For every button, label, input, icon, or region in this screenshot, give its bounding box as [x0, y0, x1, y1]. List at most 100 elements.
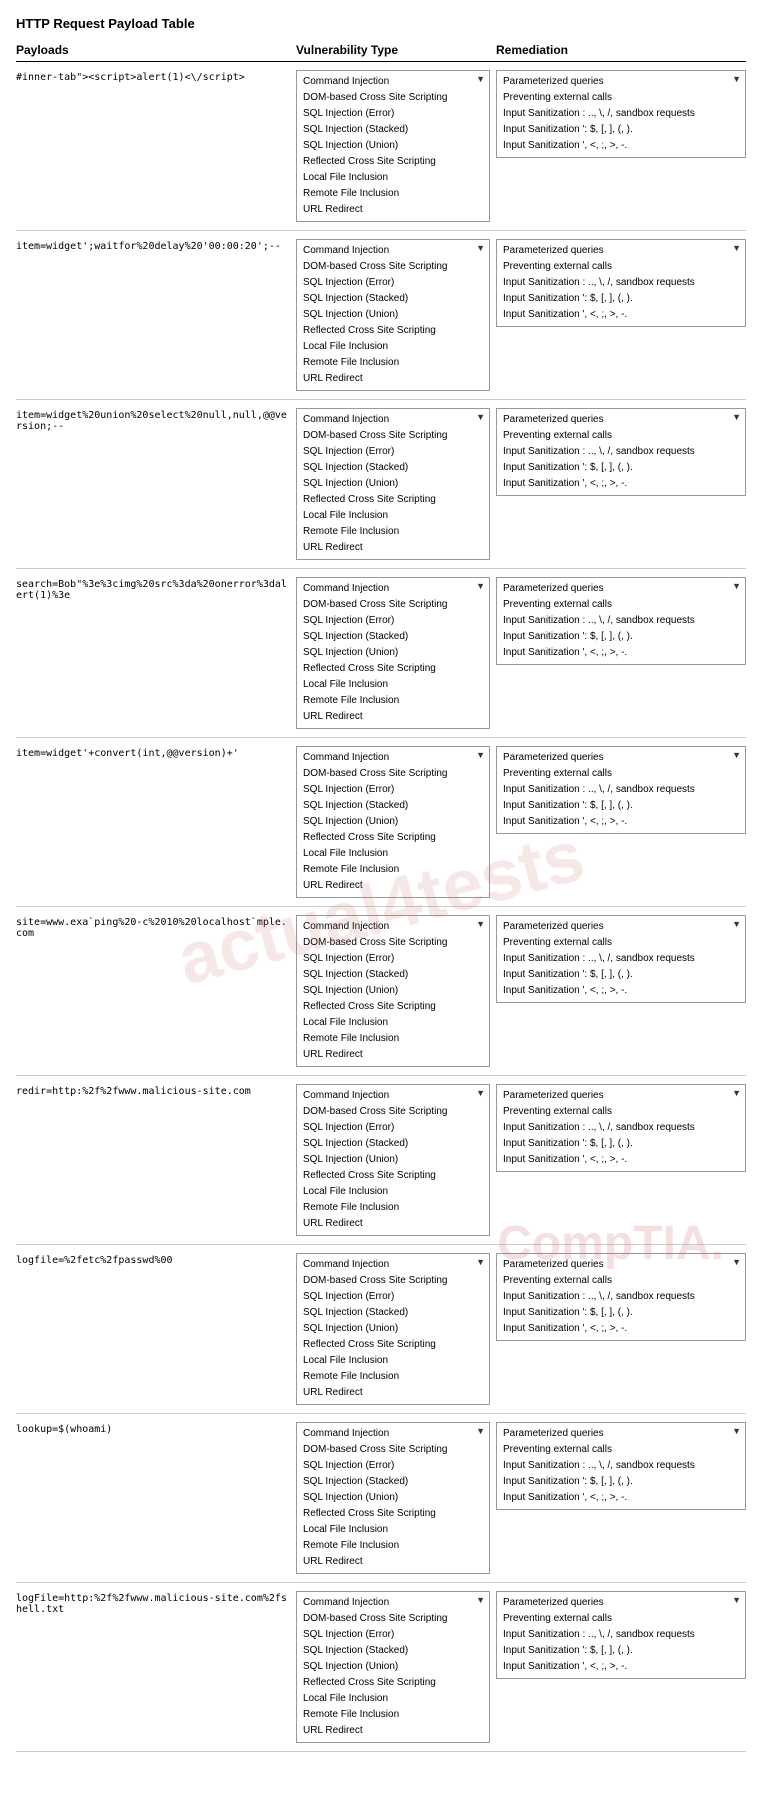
vuln-type-item: Local File Inclusion	[303, 1353, 483, 1369]
vuln-type-item: Local File Inclusion	[303, 170, 483, 186]
vuln-type-item: DOM-based Cross Site Scripting	[303, 766, 483, 782]
vuln-type-cell[interactable]: Command InjectionDOM-based Cross Site Sc…	[296, 1422, 490, 1574]
vuln-type-item: SQL Injection (Union)	[303, 307, 483, 323]
vuln-type-item: DOM-based Cross Site Scripting	[303, 1611, 483, 1627]
vuln-type-item: Command Injection	[303, 412, 483, 428]
remediation-item: Parameterized queries	[503, 74, 739, 90]
page-title: HTTP Request Payload Table	[16, 16, 746, 31]
remediation-item: Preventing external calls	[503, 1611, 739, 1627]
remediation-cell[interactable]: Parameterized queriesPreventing external…	[496, 408, 746, 496]
vuln-type-cell[interactable]: Command InjectionDOM-based Cross Site Sc…	[296, 408, 490, 560]
remediation-item: Input Sanitization ', <, ;, >, -.	[503, 983, 739, 999]
vuln-type-item: Reflected Cross Site Scripting	[303, 1675, 483, 1691]
vuln-type-cell[interactable]: Command InjectionDOM-based Cross Site Sc…	[296, 1084, 490, 1236]
vuln-type-item: SQL Injection (Union)	[303, 1321, 483, 1337]
vuln-type-item: SQL Injection (Error)	[303, 951, 483, 967]
table-row: item=widget';waitfor%20delay%20'00:00:20…	[16, 239, 746, 400]
table-row: logFile=http:%2f%2fwww.malicious-site.co…	[16, 1591, 746, 1752]
col-payloads: Payloads	[16, 43, 296, 57]
vuln-type-item: DOM-based Cross Site Scripting	[303, 259, 483, 275]
vuln-type-item: Local File Inclusion	[303, 1015, 483, 1031]
col-vuln: Vulnerability Type	[296, 43, 496, 57]
remediation-item: Input Sanitization ', <, ;, >, -.	[503, 1152, 739, 1168]
table-body: #inner-tab"><script>alert(1)<\/script>Co…	[16, 70, 746, 1752]
vuln-type-item: Local File Inclusion	[303, 677, 483, 693]
vuln-type-item: Command Injection	[303, 1088, 483, 1104]
remediation-cell[interactable]: Parameterized queriesPreventing external…	[496, 577, 746, 665]
vuln-type-cell[interactable]: Command InjectionDOM-based Cross Site Sc…	[296, 1591, 490, 1743]
vuln-type-item: SQL Injection (Stacked)	[303, 798, 483, 814]
vuln-type-item: Reflected Cross Site Scripting	[303, 1337, 483, 1353]
vuln-type-item: DOM-based Cross Site Scripting	[303, 1442, 483, 1458]
payload-cell: site=www.exa`ping%20-c%2010%20localhost`…	[16, 915, 296, 939]
vuln-type-item: Reflected Cross Site Scripting	[303, 492, 483, 508]
table-header: Payloads Vulnerability Type Remediation	[16, 43, 746, 62]
remediation-item: Parameterized queries	[503, 1426, 739, 1442]
vuln-type-item: SQL Injection (Error)	[303, 1627, 483, 1643]
remediation-item: Input Sanitization ': $, [, ], (, ).	[503, 1305, 739, 1321]
remediation-cell[interactable]: Parameterized queriesPreventing external…	[496, 746, 746, 834]
remediation-item: Input Sanitization : .., \, /, sandbox r…	[503, 275, 739, 291]
vuln-type-cell[interactable]: Command InjectionDOM-based Cross Site Sc…	[296, 70, 490, 222]
remediation-item: Input Sanitization ': $, [, ], (, ).	[503, 1474, 739, 1490]
vuln-type-item: Remote File Inclusion	[303, 1200, 483, 1216]
vuln-type-item: Local File Inclusion	[303, 1522, 483, 1538]
remediation-cell[interactable]: Parameterized queriesPreventing external…	[496, 1591, 746, 1679]
vuln-type-item: URL Redirect	[303, 1385, 483, 1401]
remediation-item: Input Sanitization ': $, [, ], (, ).	[503, 460, 739, 476]
remediation-item: Input Sanitization : .., \, /, sandbox r…	[503, 1627, 739, 1643]
vuln-type-item: SQL Injection (Stacked)	[303, 1474, 483, 1490]
vuln-type-cell[interactable]: Command InjectionDOM-based Cross Site Sc…	[296, 1253, 490, 1405]
vuln-type-item: URL Redirect	[303, 878, 483, 894]
payload-cell: item=widget';waitfor%20delay%20'00:00:20…	[16, 239, 296, 252]
vuln-type-item: SQL Injection (Union)	[303, 645, 483, 661]
vuln-type-item: DOM-based Cross Site Scripting	[303, 90, 483, 106]
remediation-item: Input Sanitization : .., \, /, sandbox r…	[503, 444, 739, 460]
vuln-type-item: SQL Injection (Error)	[303, 444, 483, 460]
vuln-type-item: SQL Injection (Error)	[303, 613, 483, 629]
vuln-type-item: SQL Injection (Union)	[303, 138, 483, 154]
remediation-item: Input Sanitization : .., \, /, sandbox r…	[503, 106, 739, 122]
vuln-type-item: SQL Injection (Union)	[303, 1490, 483, 1506]
vuln-type-item: URL Redirect	[303, 540, 483, 556]
payload-cell: #inner-tab"><script>alert(1)<\/script>	[16, 70, 296, 83]
remediation-item: Input Sanitization : .., \, /, sandbox r…	[503, 782, 739, 798]
remediation-item: Preventing external calls	[503, 766, 739, 782]
remediation-item: Preventing external calls	[503, 1273, 739, 1289]
vuln-type-item: Reflected Cross Site Scripting	[303, 154, 483, 170]
remediation-item: Input Sanitization ', <, ;, >, -.	[503, 476, 739, 492]
vuln-type-item: SQL Injection (Stacked)	[303, 460, 483, 476]
remediation-item: Parameterized queries	[503, 1088, 739, 1104]
remediation-item: Input Sanitization ', <, ;, >, -.	[503, 138, 739, 154]
vuln-type-item: Remote File Inclusion	[303, 524, 483, 540]
remediation-cell[interactable]: Parameterized queriesPreventing external…	[496, 1253, 746, 1341]
remediation-cell[interactable]: Parameterized queriesPreventing external…	[496, 1084, 746, 1172]
remediation-item: Input Sanitization ': $, [, ], (, ).	[503, 1136, 739, 1152]
vuln-type-cell[interactable]: Command InjectionDOM-based Cross Site Sc…	[296, 577, 490, 729]
remediation-item: Parameterized queries	[503, 412, 739, 428]
remediation-item: Preventing external calls	[503, 90, 739, 106]
remediation-cell[interactable]: Parameterized queriesPreventing external…	[496, 915, 746, 1003]
remediation-item: Input Sanitization : .., \, /, sandbox r…	[503, 1120, 739, 1136]
remediation-item: Input Sanitization ', <, ;, >, -.	[503, 814, 739, 830]
vuln-type-item: Command Injection	[303, 1257, 483, 1273]
remediation-item: Parameterized queries	[503, 1595, 739, 1611]
vuln-type-item: Local File Inclusion	[303, 1691, 483, 1707]
remediation-item: Preventing external calls	[503, 1104, 739, 1120]
vuln-type-item: Remote File Inclusion	[303, 1369, 483, 1385]
remediation-cell[interactable]: Parameterized queriesPreventing external…	[496, 239, 746, 327]
remediation-cell[interactable]: Parameterized queriesPreventing external…	[496, 70, 746, 158]
vuln-type-cell[interactable]: Command InjectionDOM-based Cross Site Sc…	[296, 746, 490, 898]
remediation-cell[interactable]: Parameterized queriesPreventing external…	[496, 1422, 746, 1510]
vuln-type-item: SQL Injection (Union)	[303, 983, 483, 999]
vuln-type-item: Reflected Cross Site Scripting	[303, 999, 483, 1015]
remediation-item: Preventing external calls	[503, 428, 739, 444]
remediation-item: Input Sanitization ': $, [, ], (, ).	[503, 967, 739, 983]
remediation-item: Input Sanitization : .., \, /, sandbox r…	[503, 1458, 739, 1474]
remediation-item: Input Sanitization ': $, [, ], (, ).	[503, 1643, 739, 1659]
vuln-type-cell[interactable]: Command InjectionDOM-based Cross Site Sc…	[296, 239, 490, 391]
vuln-type-cell[interactable]: Command InjectionDOM-based Cross Site Sc…	[296, 915, 490, 1067]
table-row: item=widget%20union%20select%20null,null…	[16, 408, 746, 569]
remediation-item: Parameterized queries	[503, 1257, 739, 1273]
table-row: site=www.exa`ping%20-c%2010%20localhost`…	[16, 915, 746, 1076]
